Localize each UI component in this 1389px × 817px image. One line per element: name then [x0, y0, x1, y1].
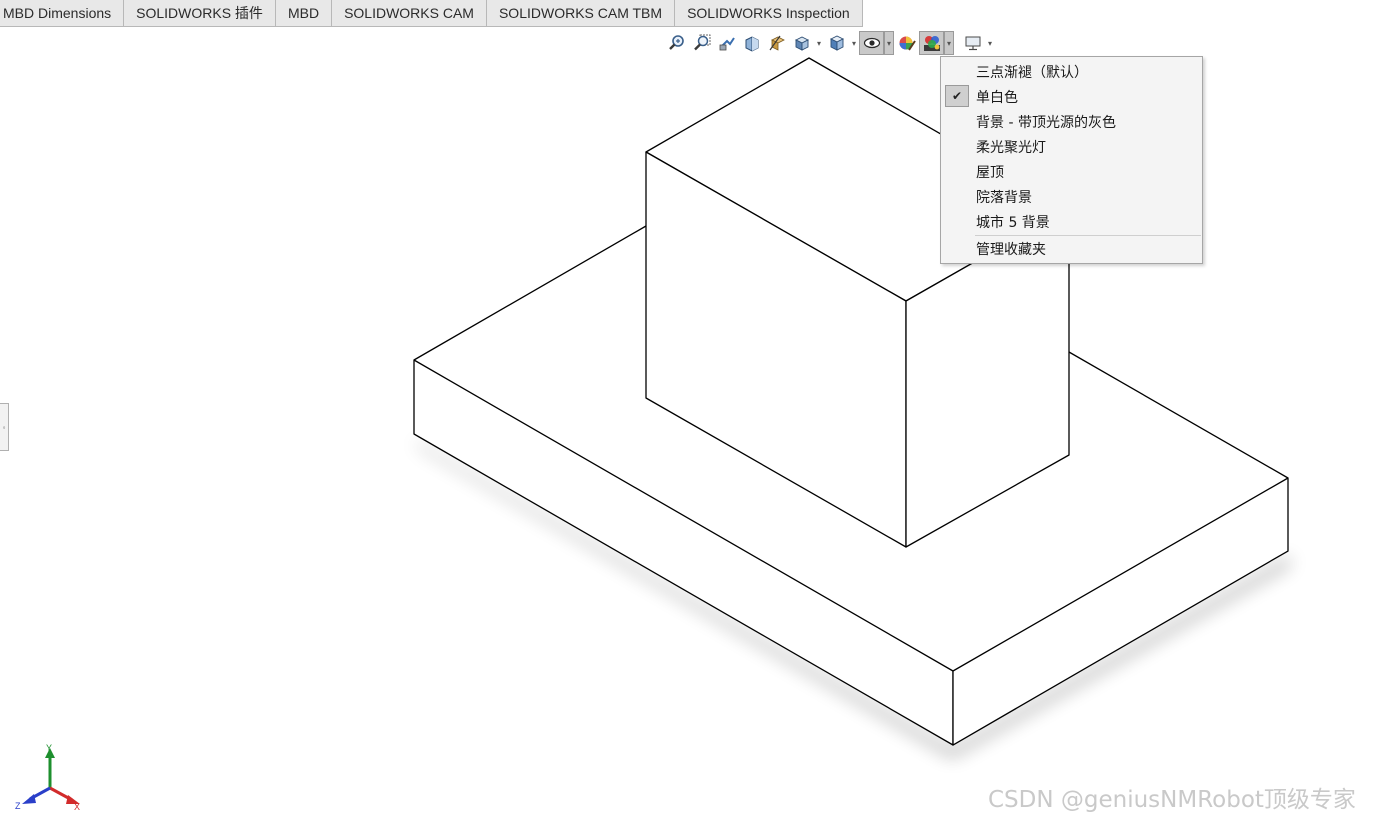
triad-x-label: X [74, 802, 80, 812]
display-style-icon [829, 35, 844, 51]
view-orientation-button[interactable] [789, 31, 814, 55]
zoom-to-fit-icon [668, 35, 684, 50]
menu-item-city-5-background[interactable]: 城市 5 背景 [941, 209, 1202, 234]
hide-show-items-dropdown-arrow[interactable]: ▾ [884, 31, 894, 55]
menu-item-label: 柔光聚光灯 [976, 139, 1046, 156]
hide-show-items-button[interactable] [859, 31, 884, 55]
apply-scene-menu: 三点渐褪（默认） ✔ 单白色 背景 - 带顶光源的灰色 柔光聚光灯 屋顶 院落背… [940, 56, 1203, 264]
tab-solidworks-inspection[interactable]: SOLIDWORKS Inspection [675, 0, 863, 27]
edit-appearance-button[interactable] [894, 31, 919, 55]
triad-y-label: Y [46, 743, 52, 753]
menu-item-label: 单白色 [976, 89, 1018, 106]
section-view-icon [745, 36, 758, 52]
menu-item-soft-spotlight[interactable]: 柔光聚光灯 [941, 134, 1202, 159]
display-style-dropdown-arrow[interactable]: ▾ [849, 31, 859, 55]
triad-z-label: Z [15, 801, 21, 811]
apply-scene-icon [923, 36, 940, 51]
zoom-to-area-icon [693, 34, 710, 51]
apply-scene-dropdown-arrow[interactable]: ▾ [944, 31, 954, 55]
checkmark-icon: ✔ [945, 85, 969, 107]
triad-z-arrow-icon [22, 794, 36, 804]
view-settings-button[interactable] [960, 31, 985, 55]
zoom-to-area-button[interactable] [689, 31, 714, 55]
menu-item-label: 城市 5 背景 [976, 214, 1050, 231]
zoom-to-fit-button[interactable] [664, 31, 689, 55]
tab-mbd[interactable]: MBD [275, 0, 333, 27]
menu-item-rooftop[interactable]: 屋顶 [941, 159, 1202, 184]
menu-item-plain-white[interactable]: ✔ 单白色 [941, 84, 1202, 109]
dynamic-annotation-views-icon [769, 35, 785, 51]
feature-manager-expand-handle[interactable]: ◦ [0, 403, 9, 451]
menu-item-label: 管理收藏夹 [976, 241, 1046, 258]
tab-mbd-dimensions[interactable]: MBD Dimensions [0, 0, 125, 27]
dynamic-annotation-views-button[interactable] [764, 31, 789, 55]
tab-solidworks-cam[interactable]: SOLIDWORKS CAM [332, 0, 487, 27]
reference-triad: Y X Z [15, 743, 80, 812]
apply-scene-button[interactable] [919, 31, 944, 55]
menu-item-gray-with-top-light[interactable]: 背景 - 带顶光源的灰色 [941, 109, 1202, 134]
hide-show-items-icon [863, 37, 880, 49]
menu-item-label: 屋顶 [976, 164, 1004, 181]
edit-appearance-icon [899, 36, 916, 51]
menu-item-three-point-faded[interactable]: 三点渐褪（默认） [941, 59, 1202, 84]
watermark: CSDN @geniusNMRobot顶级专家 [988, 787, 1356, 813]
view-settings-icon [965, 36, 980, 51]
menu-item-manage-favorites[interactable]: 管理收藏夹 [941, 236, 1202, 261]
base-top-left-edge [413, 225, 647, 361]
command-manager-tabs: MBD Dimensions SOLIDWORKS 插件 MBD SOLIDWO… [0, 0, 863, 27]
menu-item-courtyard-background[interactable]: 院落背景 [941, 184, 1202, 209]
solidworks-graphics-area[interactable]: MBD Dimensions SOLIDWORKS 插件 MBD SOLIDWO… [0, 0, 1389, 817]
menu-item-label: 背景 - 带顶光源的灰色 [976, 114, 1116, 131]
previous-view-icon [719, 37, 735, 51]
section-view-button[interactable] [739, 31, 764, 55]
menu-item-label: 院落背景 [976, 189, 1032, 206]
base-top-right-edge [1068, 351, 1289, 479]
display-style-button[interactable] [824, 31, 849, 55]
previous-view-button[interactable] [714, 31, 739, 55]
tab-solidworks-cam-tbm[interactable]: SOLIDWORKS CAM TBM [486, 0, 676, 27]
expand-handle-icon: ◦ [2, 422, 6, 432]
heads-up-view-toolbar: ▾ ▾ ▾ ▾ ▾ [664, 31, 995, 55]
view-orientation-icon [794, 36, 809, 51]
tab-solidworks-addins[interactable]: SOLIDWORKS 插件 [124, 0, 276, 27]
menu-item-label: 三点渐褪（默认） [976, 64, 1088, 81]
base-front-right-face[interactable] [952, 477, 1289, 746]
view-orientation-dropdown-arrow[interactable]: ▾ [814, 31, 824, 55]
view-settings-dropdown-arrow[interactable]: ▾ [985, 31, 995, 55]
